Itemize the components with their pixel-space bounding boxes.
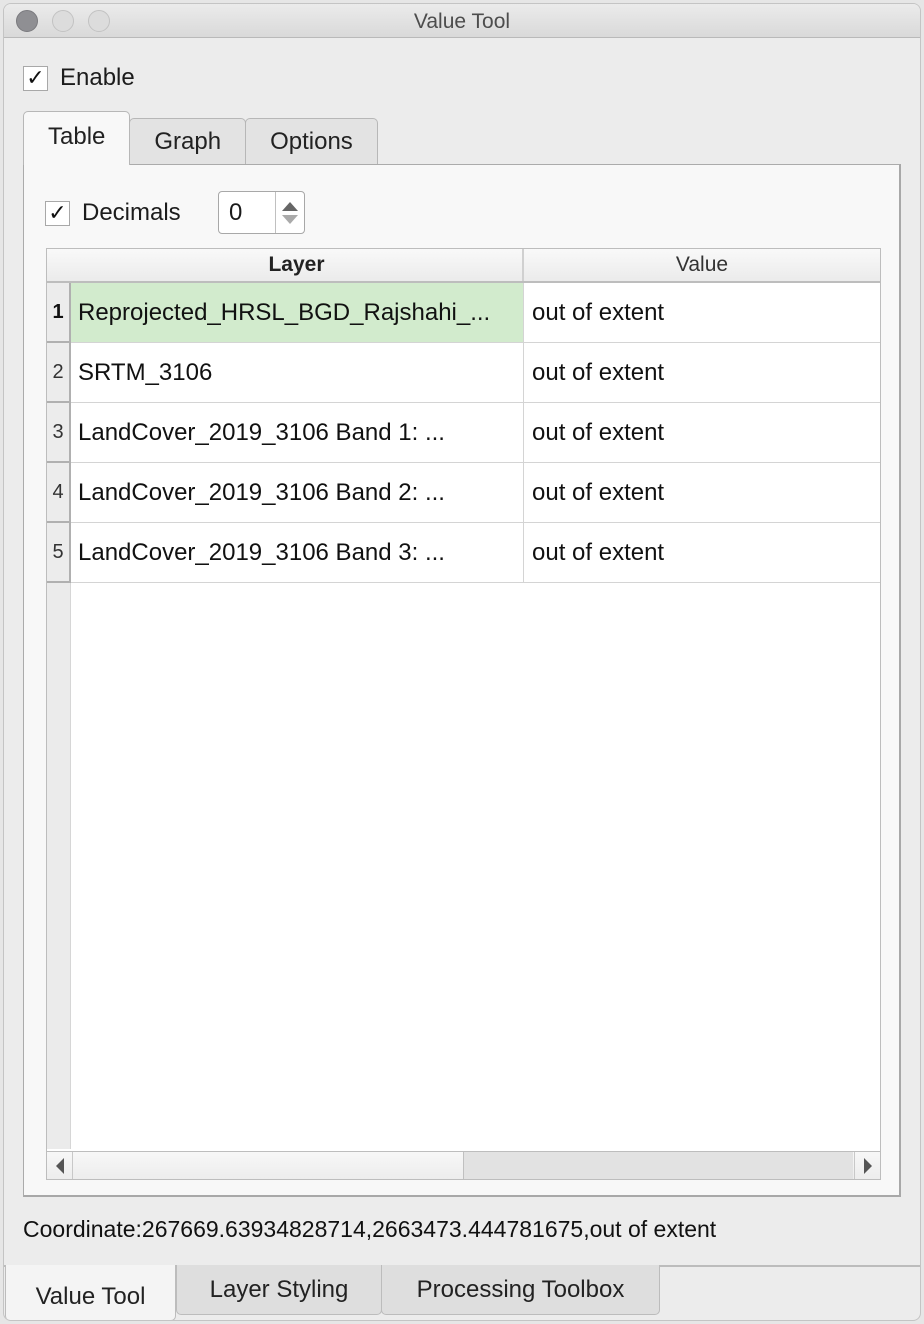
layer-cell[interactable]: Reprojected_HRSL_BGD_Rajshahi_... [71,283,524,342]
value-cell[interactable]: out of extent [524,463,880,522]
decimals-checkbox-row[interactable]: ✓ Decimals [45,199,181,227]
tab-bar: Table Graph Options [23,111,378,165]
decimals-value[interactable]: 0 [219,192,276,233]
value-tool-window: Value Tool ✓ Enable Table Graph Options … [3,3,921,1321]
table-row[interactable]: 5 LandCover_2019_3106 Band 3: ... out of… [47,523,880,583]
value-cell[interactable]: out of extent [524,343,880,402]
chevron-left-icon [55,1157,64,1174]
layer-cell[interactable]: SRTM_3106 [71,343,524,402]
chevron-right-icon [863,1157,872,1174]
coordinate-readout: Coordinate:267669.63934828714,2663473.44… [23,1216,717,1242]
table-row[interactable]: 4 LandCover_2019_3106 Band 2: ... out of… [47,463,880,523]
value-cell[interactable]: out of extent [524,283,880,342]
tab-options[interactable]: Options [245,118,378,165]
table-row[interactable]: 3 LandCover_2019_3106 Band 1: ... out of… [47,403,880,463]
row-number[interactable]: 1 [47,283,71,343]
row-number[interactable]: 3 [47,403,71,463]
table-row[interactable]: 2 SRTM_3106 out of extent [47,343,880,403]
value-cell[interactable]: out of extent [524,403,880,462]
tab-table[interactable]: Table [23,111,131,165]
enable-checkbox-row[interactable]: ✓ Enable [23,64,135,92]
decimals-label[interactable]: Decimals [82,199,181,227]
dock-tab-value-tool[interactable]: Value Tool [5,1265,176,1320]
row-number[interactable]: 4 [47,463,71,523]
scrollbar-thumb[interactable] [463,1152,853,1179]
column-header-layer[interactable]: Layer [71,249,524,281]
enable-label[interactable]: Enable [60,64,135,92]
dock-tab-bar: Value Tool Layer Styling Processing Tool… [4,1265,920,1320]
spin-buttons [276,192,304,233]
window-title: Value Tool [413,10,511,33]
scroll-left-button[interactable] [47,1152,73,1179]
table-tab-panel: ✓ Decimals 0 Layer Value 1 Reprojected_H… [23,164,901,1197]
scroll-right-button[interactable] [854,1152,880,1179]
table-row[interactable]: 1 Reprojected_HRSL_BGD_Rajshahi_... out … [47,283,880,343]
value-cell[interactable]: out of extent [524,523,880,582]
decimals-checkbox[interactable]: ✓ [45,200,70,226]
checkmark-icon: ✓ [26,65,45,90]
decrement-arrow-icon[interactable] [282,214,298,224]
enable-checkbox[interactable]: ✓ [23,65,48,91]
decimals-spinbox[interactable]: 0 [218,191,305,234]
column-header-value[interactable]: Value [524,249,880,281]
horizontal-scrollbar[interactable] [47,1151,880,1179]
dock-tab-layer-styling[interactable]: Layer Styling [176,1265,382,1315]
table-header: Layer Value [47,249,880,283]
values-table: Layer Value 1 Reprojected_HRSL_BGD_Rajsh… [46,248,881,1180]
title-bar[interactable]: Value Tool [4,4,920,38]
row-number[interactable]: 2 [47,343,71,403]
dock-tab-processing-toolbox[interactable]: Processing Toolbox [381,1265,660,1315]
checkmark-icon: ✓ [48,200,67,225]
layer-cell[interactable]: LandCover_2019_3106 Band 1: ... [71,403,524,462]
layer-cell[interactable]: LandCover_2019_3106 Band 3: ... [71,523,524,582]
layer-cell[interactable]: LandCover_2019_3106 Band 2: ... [71,463,524,522]
tab-graph[interactable]: Graph [129,118,247,165]
row-number[interactable]: 5 [47,523,71,583]
increment-arrow-icon[interactable] [282,201,298,211]
